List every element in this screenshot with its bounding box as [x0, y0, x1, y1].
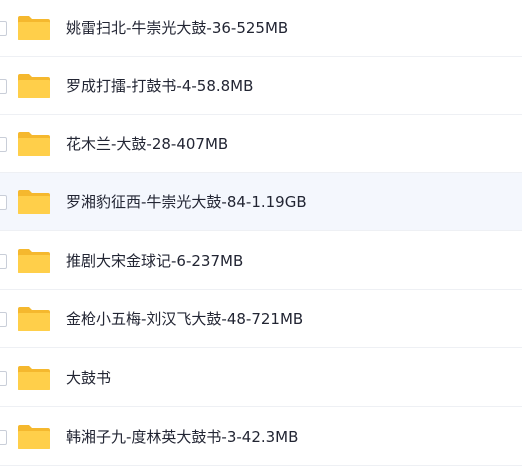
- row-checkbox[interactable]: [0, 370, 7, 386]
- file-name[interactable]: 韩湘子九-度林英大鼓书-3-42.3MB: [66, 426, 298, 447]
- row-checkbox[interactable]: [0, 20, 7, 36]
- row-checkbox[interactable]: [0, 253, 7, 269]
- file-name[interactable]: 罗成打擂-打鼓书-4-58.8MB: [66, 75, 253, 96]
- file-row[interactable]: 推剧大宋金球记-6-237MB: [0, 232, 522, 290]
- folder-icon: [18, 424, 50, 449]
- file-name[interactable]: 罗湘豹征西-牛崇光大鼓-84-1.19GB: [66, 191, 307, 212]
- file-name[interactable]: 大鼓书: [66, 367, 111, 388]
- file-name[interactable]: 推剧大宋金球记-6-237MB: [66, 250, 243, 271]
- folder-icon: [18, 365, 50, 390]
- folder-icon: [18, 248, 50, 273]
- folder-icon: [18, 189, 50, 214]
- file-row[interactable]: 罗成打擂-打鼓书-4-58.8MB: [0, 57, 522, 115]
- file-row[interactable]: 花木兰-大鼓-28-407MB: [0, 115, 522, 173]
- row-checkbox[interactable]: [0, 78, 7, 94]
- file-row[interactable]: 姚雷扫北-牛崇光大鼓-36-525MB: [0, 0, 522, 57]
- folder-icon: [18, 131, 50, 156]
- file-row[interactable]: 罗湘豹征西-牛崇光大鼓-84-1.19GB: [0, 173, 522, 231]
- file-row[interactable]: 大鼓书: [0, 349, 522, 407]
- file-row[interactable]: 韩湘子九-度林英大鼓书-3-42.3MB: [0, 408, 522, 466]
- file-row[interactable]: 金枪小五梅-刘汉飞大鼓-48-721MB: [0, 290, 522, 348]
- row-checkbox[interactable]: [0, 194, 7, 210]
- file-name[interactable]: 花木兰-大鼓-28-407MB: [66, 133, 228, 154]
- row-checkbox[interactable]: [0, 311, 7, 327]
- row-checkbox[interactable]: [0, 429, 7, 445]
- folder-icon: [18, 73, 50, 98]
- row-checkbox[interactable]: [0, 136, 7, 152]
- folder-icon: [18, 306, 50, 331]
- file-list: 姚雷扫北-牛崇光大鼓-36-525MB 罗成打擂-打鼓书-4-58.8MB 花木…: [0, 0, 522, 466]
- folder-icon: [18, 15, 50, 40]
- file-name[interactable]: 姚雷扫北-牛崇光大鼓-36-525MB: [66, 17, 288, 38]
- file-name[interactable]: 金枪小五梅-刘汉飞大鼓-48-721MB: [66, 308, 303, 329]
